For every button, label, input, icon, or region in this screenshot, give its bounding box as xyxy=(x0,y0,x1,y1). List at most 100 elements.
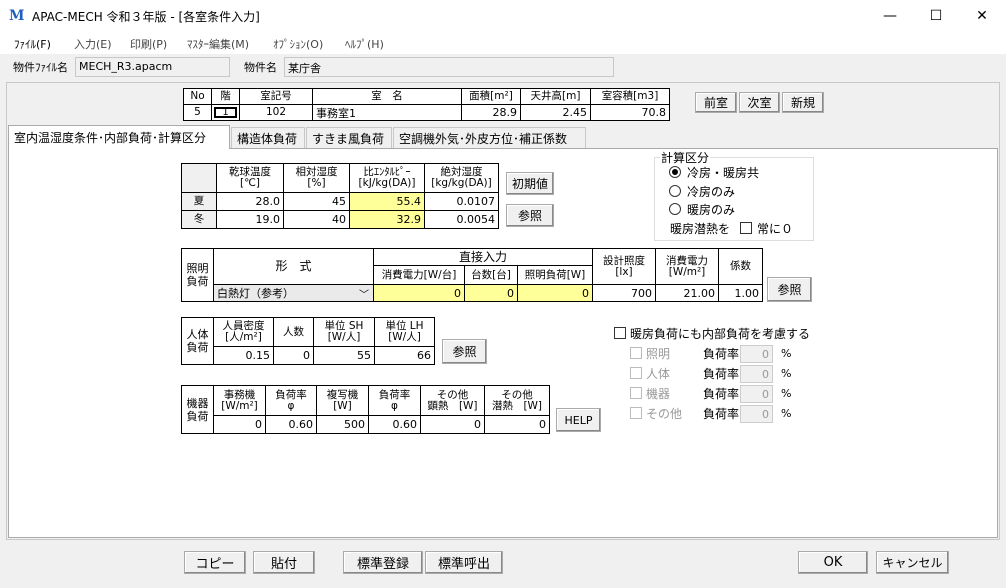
room-code[interactable]: 102 xyxy=(239,104,313,121)
winter-dry-bulb[interactable]: 19.0 xyxy=(216,210,284,229)
heating-people-rate-label: 負荷率 xyxy=(703,367,740,381)
help-button[interactable]: HELP xyxy=(556,408,601,432)
winter-enthalpy: 32.9 xyxy=(349,210,425,229)
light-power-input[interactable]: 0 xyxy=(373,284,465,302)
light-header-power: 消費電力[W/台] xyxy=(373,265,465,285)
heating-equip-checkbox[interactable] xyxy=(630,387,642,399)
room-header-height: 天井高[m] xyxy=(520,88,591,105)
radio-heating-label[interactable]: 暖房のみ xyxy=(687,201,735,218)
menu-input[interactable]: 入力(E) xyxy=(74,36,112,52)
room-floor[interactable]: 1 xyxy=(211,104,240,121)
temp-header-enthalpy: 比ｴﾝﾀﾙﾋﾟｰ [kJ/kg(DA)] xyxy=(349,163,425,193)
app-logo-icon: M xyxy=(9,8,25,24)
heating-light-rate-input[interactable]: 0 xyxy=(740,345,773,363)
chevron-down-icon[interactable]: ﹀ xyxy=(359,286,373,301)
maximize-button[interactable]: ☐ xyxy=(913,0,959,32)
light-header-lux: 設計照度 [lx] xyxy=(592,248,656,285)
initial-value-button[interactable]: 初期値 xyxy=(506,172,554,195)
people-header-count: 人数 xyxy=(273,317,314,347)
winter-rh[interactable]: 40 xyxy=(283,210,350,229)
file-name-field: MECH_R3.apacm xyxy=(75,57,230,77)
minimize-button[interactable]: — xyxy=(867,0,913,32)
heating-equip-unit: % xyxy=(781,387,792,400)
heating-people-checkbox[interactable] xyxy=(630,367,642,379)
light-coef-input[interactable]: 1.00 xyxy=(718,284,763,302)
heating-internal-label[interactable]: 暖房負荷にも内部負荷を考慮する xyxy=(630,325,810,342)
temp-header-abs: 絶対湿度 [kg/kg(DA)] xyxy=(424,163,499,193)
tab-outdoor-air[interactable]: 空調機外気･外皮方位･補正係数 xyxy=(393,127,586,148)
heating-other-rate-label: 負荷率 xyxy=(703,407,740,421)
equip-copier-input[interactable]: 500 xyxy=(316,415,369,434)
tab-structure[interactable]: 構造体負荷 xyxy=(231,127,305,148)
room-header-name: 室 名 xyxy=(312,88,462,105)
room-header-code: 室記号 xyxy=(239,88,313,105)
next-room-button[interactable]: 次室 xyxy=(739,92,780,113)
equip-rate1-input[interactable]: 0.60 xyxy=(265,415,317,434)
project-name-label: 物件名 xyxy=(244,61,277,74)
people-sh-input[interactable]: 55 xyxy=(313,346,375,365)
people-ref-button[interactable]: 参照 xyxy=(442,339,487,364)
tab-infiltration[interactable]: すきま風負荷 xyxy=(306,127,392,148)
latent-zero-checkbox[interactable] xyxy=(740,222,752,234)
equip-header-rate1: 負荷率 φ xyxy=(265,385,317,416)
ok-button[interactable]: OK xyxy=(798,551,868,574)
new-room-button[interactable]: 新規 xyxy=(782,92,824,113)
menu-file[interactable]: ﾌｧｲﾙ(F) xyxy=(14,36,51,52)
paste-button[interactable]: 貼付 xyxy=(253,551,315,574)
heating-other-checkbox[interactable] xyxy=(630,407,642,419)
people-count-input[interactable]: 0 xyxy=(273,346,314,365)
temp-corner xyxy=(181,163,217,193)
equip-rate2-input[interactable]: 0.60 xyxy=(368,415,421,434)
tab-conditions[interactable]: 室内温湿度条件･内部負荷･計算区分 xyxy=(8,125,230,149)
heating-light-unit: % xyxy=(781,347,792,360)
summer-rh[interactable]: 45 xyxy=(283,192,350,211)
radio-cooling[interactable] xyxy=(669,185,681,197)
std-save-button[interactable]: 標準登録 xyxy=(343,551,423,574)
std-load-button[interactable]: 標準呼出 xyxy=(425,551,503,574)
room-height[interactable]: 2.45 xyxy=(520,104,591,121)
radio-both-label[interactable]: 冷房・暖房共 xyxy=(687,164,759,181)
room-name[interactable]: 事務室1 xyxy=(312,104,462,121)
menu-help[interactable]: ﾍﾙﾌﾟ(H) xyxy=(345,36,384,52)
cancel-button[interactable]: キャンセル xyxy=(876,551,949,574)
prev-room-button[interactable]: 前室 xyxy=(695,92,737,113)
window-title: APAC-MECH 令和３年版 - [各室条件入力] xyxy=(32,10,260,24)
radio-heating[interactable] xyxy=(669,203,681,215)
copy-button[interactable]: コピー xyxy=(184,551,246,574)
equip-header-copier: 複写機 [W] xyxy=(316,385,369,416)
light-ref-button[interactable]: 参照 xyxy=(767,277,812,302)
light-type-select[interactable]: 白熱灯（参考） ﹀ xyxy=(213,284,374,302)
light-header-coef: 係数 xyxy=(718,248,763,285)
equip-other-latent-input[interactable]: 0 xyxy=(484,415,550,434)
light-wm2-input[interactable]: 21.00 xyxy=(655,284,719,302)
latent-zero-label[interactable]: 常に０ xyxy=(757,220,793,237)
light-type-value: 白熱灯（参考） xyxy=(217,287,294,300)
radio-cooling-label[interactable]: 冷房のみ xyxy=(687,183,735,200)
light-lux-input[interactable]: 700 xyxy=(592,284,656,302)
equip-office-input[interactable]: 0 xyxy=(213,415,266,434)
summer-dry-bulb[interactable]: 28.0 xyxy=(216,192,284,211)
heating-light-checkbox[interactable] xyxy=(630,347,642,359)
menu-master[interactable]: ﾏｽﾀｰ編集(M) xyxy=(187,36,249,52)
light-load-input[interactable]: 0 xyxy=(517,284,593,302)
temp-row-summer-label: 夏 xyxy=(181,192,217,211)
heating-other-rate-input[interactable]: 0 xyxy=(740,405,773,423)
temp-ref-button[interactable]: 参照 xyxy=(506,204,554,227)
radio-both[interactable] xyxy=(669,166,681,178)
equip-other-sensible-input[interactable]: 0 xyxy=(420,415,485,434)
menu-bar: ﾌｧｲﾙ(F) 入力(E) 印刷(P) ﾏｽﾀｰ編集(M) ｵﾌﾟｼｮﾝ(O) … xyxy=(0,32,1006,54)
temp-header-dry: 乾球温度 [℃] xyxy=(216,163,284,193)
heating-people-rate-input[interactable]: 0 xyxy=(740,365,773,383)
people-density-input[interactable]: 0.15 xyxy=(213,346,274,365)
people-lh-input[interactable]: 66 xyxy=(374,346,435,365)
menu-print[interactable]: 印刷(P) xyxy=(130,36,167,52)
winter-abs-humidity: 0.0054 xyxy=(424,210,499,229)
heating-other-unit: % xyxy=(781,407,792,420)
menu-option[interactable]: ｵﾌﾟｼｮﾝ(O) xyxy=(273,36,323,52)
room-floor-value[interactable]: 1 xyxy=(214,107,237,118)
close-button[interactable]: ✕ xyxy=(959,0,1005,32)
light-count-input[interactable]: 0 xyxy=(464,284,518,302)
equip-header-other-latent: その他 潜熱 [W] xyxy=(484,385,550,416)
heating-internal-checkbox[interactable] xyxy=(614,327,626,339)
heating-equip-rate-input[interactable]: 0 xyxy=(740,385,773,403)
